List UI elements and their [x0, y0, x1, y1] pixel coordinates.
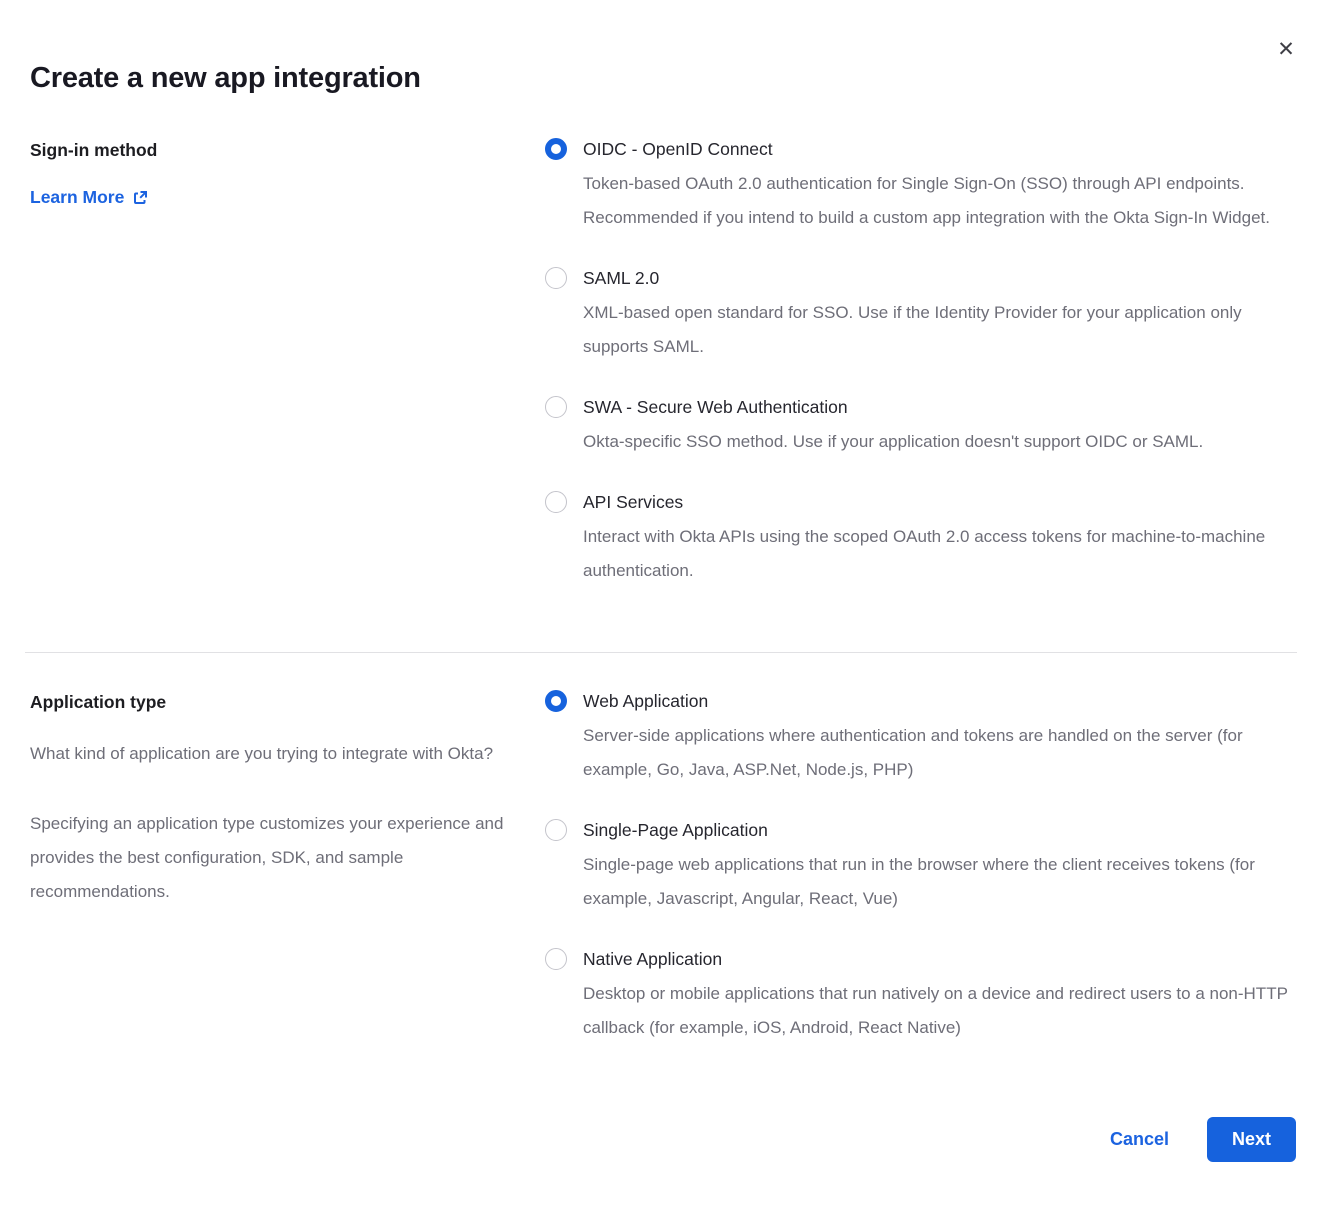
radio-option-description: Interact with Okta APIs using the scoped…	[583, 520, 1299, 588]
next-button[interactable]: Next	[1207, 1117, 1296, 1162]
application-type-explanation: Specifying an application type customize…	[30, 807, 508, 909]
radio-option-description: Desktop or mobile applications that run …	[583, 977, 1299, 1045]
radio-button-single-page-application[interactable]	[545, 819, 567, 841]
application-type-question: What kind of application are you trying …	[30, 737, 508, 771]
application-type-section: Application type What kind of applicatio…	[30, 689, 1300, 1045]
cancel-button[interactable]: Cancel	[1110, 1129, 1169, 1150]
radio-option-label: OIDC - OpenID Connect	[583, 137, 1299, 161]
create-app-integration-dialog: ✕ Create a new app integration Sign-in m…	[0, 0, 1332, 1210]
page-title: Create a new app integration	[30, 62, 1300, 95]
radio-option-oidc[interactable]: OIDC - OpenID Connect Token-based OAuth …	[545, 137, 1300, 235]
external-link-icon	[132, 189, 149, 206]
radio-option-description: XML-based open standard for SSO. Use if …	[583, 296, 1299, 364]
radio-button-native-application[interactable]	[545, 948, 567, 970]
radio-button-swa[interactable]	[545, 396, 567, 418]
radio-button-web-application[interactable]	[545, 690, 567, 712]
application-type-left-column: Application type What kind of applicatio…	[30, 689, 545, 909]
radio-button-saml[interactable]	[545, 267, 567, 289]
application-type-label: Application type	[30, 692, 545, 713]
radio-option-label: Single-Page Application	[583, 818, 1299, 842]
radio-option-description: Okta-specific SSO method. Use if your ap…	[583, 425, 1203, 459]
radio-button-api-services[interactable]	[545, 491, 567, 513]
radio-option-api-services[interactable]: API Services Interact with Okta APIs usi…	[545, 490, 1300, 588]
close-icon[interactable]: ✕	[1272, 36, 1300, 64]
radio-option-description: Server-side applications where authentic…	[583, 719, 1299, 787]
signin-method-section: Sign-in method Learn More OIDC - OpenID …	[30, 137, 1300, 588]
radio-option-saml[interactable]: SAML 2.0 XML-based open standard for SSO…	[545, 266, 1300, 364]
radio-option-native-application[interactable]: Native Application Desktop or mobile app…	[545, 947, 1300, 1045]
learn-more-link[interactable]: Learn More	[30, 187, 149, 208]
radio-option-web-application[interactable]: Web Application Server-side applications…	[545, 689, 1300, 787]
radio-option-label: SWA - Secure Web Authentication	[583, 395, 1203, 419]
learn-more-label: Learn More	[30, 187, 124, 208]
radio-option-label: API Services	[583, 490, 1299, 514]
radio-button-oidc[interactable]	[545, 138, 567, 160]
radio-option-label: Web Application	[583, 689, 1299, 713]
radio-option-description: Token-based OAuth 2.0 authentication for…	[583, 167, 1299, 235]
radio-option-single-page-application[interactable]: Single-Page Application Single-page web …	[545, 818, 1300, 916]
signin-method-left-column: Sign-in method Learn More	[30, 137, 545, 208]
signin-method-label: Sign-in method	[30, 140, 545, 161]
dialog-footer: Cancel Next	[30, 1117, 1300, 1162]
radio-option-swa[interactable]: SWA - Secure Web Authentication Okta-spe…	[545, 395, 1300, 459]
signin-method-options: OIDC - OpenID Connect Token-based OAuth …	[545, 137, 1300, 588]
application-type-options: Web Application Server-side applications…	[545, 689, 1300, 1045]
radio-option-description: Single-page web applications that run in…	[583, 848, 1299, 916]
radio-option-label: Native Application	[583, 947, 1299, 971]
radio-option-label: SAML 2.0	[583, 266, 1299, 290]
section-divider	[25, 652, 1297, 653]
